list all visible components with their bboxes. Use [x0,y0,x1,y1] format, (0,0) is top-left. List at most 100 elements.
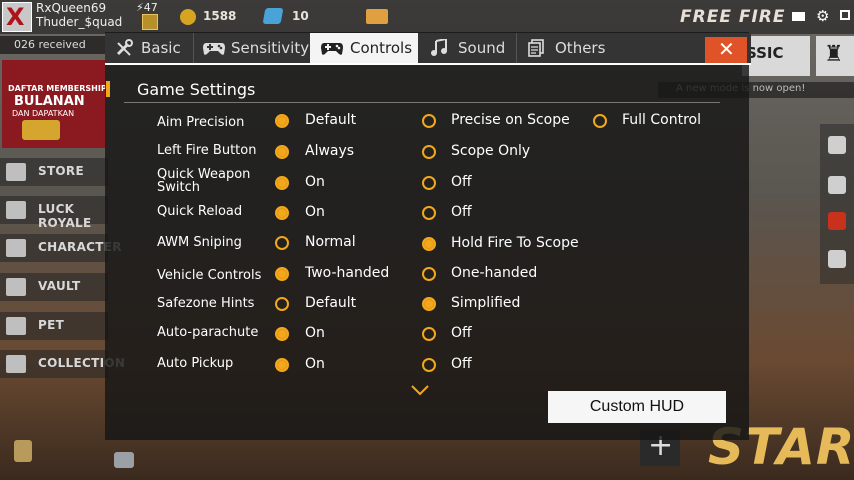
player-level: ⚡47 [136,1,158,14]
tab-label: Others [555,39,606,57]
radio-safezone-simplified[interactable] [422,297,436,311]
option-label[interactable]: Off [451,205,472,219]
setting-label-left-fire-button: Left Fire Button [157,143,257,158]
side-item-collection[interactable]: COLLECTION [0,350,125,378]
controller-icon [320,39,344,61]
option-label[interactable]: Simplified [451,296,520,310]
option-label[interactable]: Always [305,144,354,158]
option-label[interactable]: Precise on Scope [451,113,570,127]
radio-vehicle-two-handed[interactable] [275,267,289,281]
option-label[interactable]: On [305,205,325,219]
option-label[interactable]: Default [305,113,356,127]
radio-awm-normal[interactable] [275,236,289,250]
side-item-store[interactable]: STORE [0,158,108,186]
tab-controls[interactable]: Controls [310,33,418,63]
setting-label-auto-parachute: Auto-parachute [157,325,259,340]
player-name: RxQueen69 [36,1,107,15]
game-logo: FREE FIRE [680,7,786,27]
setting-label-aim-precision: Aim Precision [157,115,245,130]
received-bar: 026 received [0,36,110,54]
side-item-label: LUCK ROYALE [38,202,92,230]
radio-quick-switch-off[interactable] [422,176,436,190]
radio-vehicle-one-handed[interactable] [422,267,436,281]
tab-others[interactable]: Others [517,33,621,63]
radio-auto-pickup-off[interactable] [422,358,436,372]
option-label[interactable]: Two-handed [305,266,389,280]
radio-aim-full-control[interactable] [593,114,607,128]
mode-select-button[interactable]: SSIC [742,36,810,76]
option-label[interactable]: Scope Only [451,144,530,158]
wrench-icon [115,39,135,61]
side-item-character[interactable]: CHARACTER [0,234,121,262]
mail-icon[interactable] [792,12,805,21]
option-label[interactable]: On [305,357,325,371]
custom-hud-label: Custom HUD [589,398,685,415]
fullscreen-icon[interactable] [840,10,850,20]
squad-figure-icon[interactable]: ♜ [816,36,854,76]
tab-label: Sensitivity [231,39,310,57]
side-item-pet[interactable]: PET [0,312,108,340]
membership-card-icon[interactable] [366,9,388,24]
radio-awm-hold-fire-to-scope[interactable] [422,237,436,251]
music-note-icon [430,37,448,61]
section-title: Game Settings [137,80,256,99]
diamond-count: 10 [292,9,309,23]
tab-sensitivity[interactable]: Sensitivity [194,33,310,63]
custom-hud-button[interactable]: Custom HUD [548,391,726,423]
radio-auto-parachute-off[interactable] [422,327,436,341]
gamepad-icon [202,39,226,61]
option-label[interactable]: On [305,326,325,340]
side-item-label: PET [38,318,65,332]
option-label[interactable]: Hold Fire To Scope [451,236,579,250]
membership-line3: DAN DAPATKAN [12,109,75,118]
option-label[interactable]: Off [451,357,472,371]
trophy-icon[interactable] [828,176,846,194]
radio-aim-precise-on-scope[interactable] [422,114,436,128]
gear-icon[interactable]: ⚙ [816,9,829,24]
side-item-luck-royale[interactable]: LUCK ROYALE [0,196,108,230]
radio-safezone-default[interactable] [275,297,289,311]
option-label[interactable]: Off [451,326,472,340]
setting-label-vehicle-controls: Vehicle Controls [157,268,262,283]
radio-left-fire-always[interactable] [275,145,289,159]
option-label[interactable]: On [305,175,325,189]
side-item-label: VAULT [38,279,81,293]
store-icon [6,163,26,181]
figure-glyph: ♜ [824,42,844,67]
redeem-icon[interactable] [828,212,846,230]
setting-label-safezone-hints: Safezone Hints [157,296,255,311]
radio-quick-reload-off[interactable] [422,206,436,220]
option-label[interactable]: Full Control [622,113,701,127]
radio-aim-default[interactable] [275,114,289,128]
option-label[interactable]: Default [305,296,356,310]
document-icon [528,39,544,61]
close-icon: ✕ [718,37,735,61]
option-label[interactable]: Normal [305,235,356,249]
friends-icon[interactable] [828,136,846,154]
side-item-vault[interactable]: VAULT [0,273,108,301]
chat-icon[interactable] [114,452,134,468]
gold-coin-icon [180,9,196,25]
radio-auto-parachute-on[interactable] [275,327,289,341]
luck-royale-icon [6,201,26,219]
option-label[interactable]: One-handed [451,266,537,280]
setting-label-awm-sniping: AWM Sniping [157,235,242,250]
squad-name: Thuder_$quad [36,15,123,29]
help-icon[interactable] [14,440,32,462]
radio-left-fire-scope-only[interactable] [422,145,436,159]
option-label[interactable]: Off [451,175,472,189]
diamond-icon[interactable] [262,8,284,24]
radio-quick-reload-on[interactable] [275,206,289,220]
membership-banner[interactable]: DAFTAR MEMBERSHIP BULANAN DAN DAPATKAN [2,60,107,148]
close-button[interactable]: ✕ [705,37,747,63]
chevron-down-icon[interactable] [410,382,430,396]
tab-sound[interactable]: Sound [420,33,516,63]
setting-label-quick-reload: Quick Reload [157,204,243,219]
tab-basic[interactable]: Basic [108,33,200,63]
rank-icon[interactable] [828,250,846,268]
radio-quick-switch-on[interactable] [275,176,289,190]
radio-auto-pickup-on[interactable] [275,358,289,372]
avatar[interactable]: X [2,2,32,32]
mode-label: SSIC [746,44,784,62]
right-rail [820,124,854,284]
